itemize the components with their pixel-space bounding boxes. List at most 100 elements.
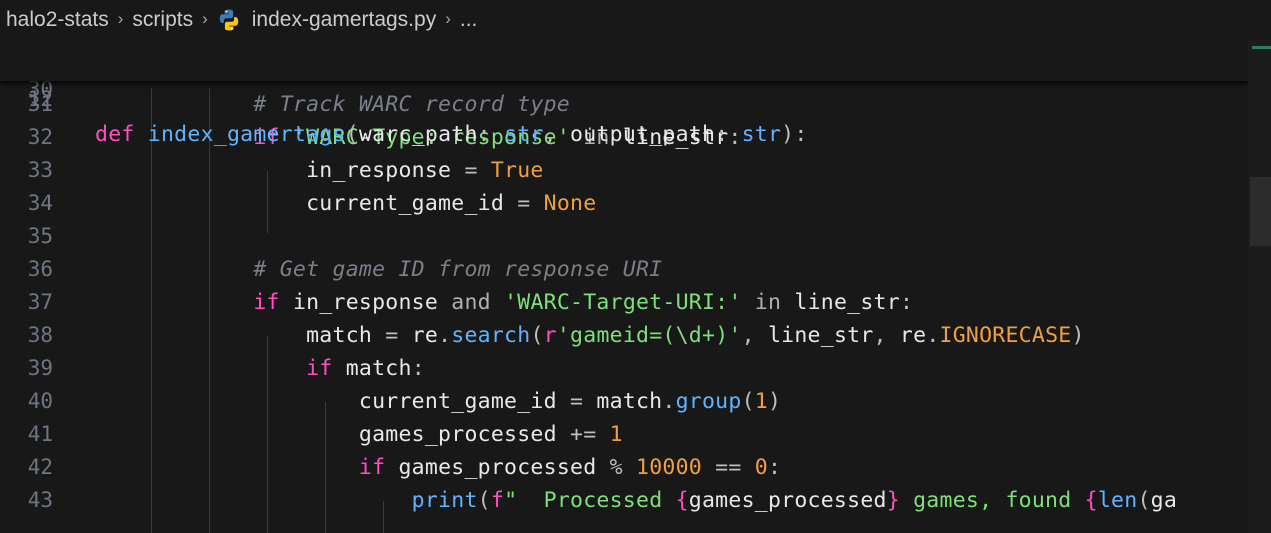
code-token: print bbox=[411, 488, 478, 513]
code-token: : bbox=[715, 122, 742, 147]
line-number: 35 bbox=[27, 224, 53, 248]
code-line-row[interactable]: 42 if games_processed % 10000 == 0: bbox=[0, 451, 1248, 484]
code-token: re bbox=[899, 323, 927, 348]
code-token: len bbox=[1097, 488, 1138, 513]
code-line: def index_gamertags(warc_path: str, outp… bbox=[95, 117, 808, 153]
code-token: 0 bbox=[754, 455, 768, 480]
code-token: # Get game ID from response URI bbox=[253, 257, 663, 282]
code-token: output_path bbox=[570, 122, 716, 147]
line-number: 12 bbox=[27, 87, 53, 111]
code-token: , bbox=[543, 122, 571, 147]
code-line-row[interactable]: 41 games_processed += 1 bbox=[0, 418, 1248, 451]
code-line: if games_processed % 10000 == 0: bbox=[95, 451, 781, 484]
code-token: } bbox=[886, 488, 900, 513]
code-token: ) bbox=[767, 389, 782, 414]
code-token: if bbox=[306, 356, 333, 381]
code-token: ( bbox=[345, 122, 359, 147]
line-number: 41 bbox=[27, 422, 53, 446]
code-token: 'gameid=(\d+)' bbox=[556, 323, 742, 348]
line-number: 42 bbox=[27, 455, 53, 479]
code-line-row[interactable]: 33 in_response = True bbox=[0, 154, 1248, 187]
code-token: IGNORECASE bbox=[939, 323, 1072, 348]
line-number: 39 bbox=[27, 356, 53, 380]
code-token: None bbox=[543, 191, 597, 216]
code-line-row[interactable]: 40 current_game_id = match.group(1) bbox=[0, 385, 1248, 418]
code-line-row[interactable]: 34 current_game_id = None bbox=[0, 187, 1248, 220]
breadcrumb-separator-icon: › bbox=[445, 9, 451, 28]
code-line: if in_response and 'WARC-Target-URI:' in… bbox=[95, 286, 913, 319]
code-token: . bbox=[662, 389, 676, 414]
code-token: { bbox=[1084, 488, 1098, 513]
code-token: index_gamertags bbox=[147, 122, 346, 147]
code-line: games_processed += 1 bbox=[95, 418, 623, 451]
code-token: group bbox=[675, 389, 742, 414]
python-file-icon bbox=[217, 8, 241, 32]
sticky-scroll-header[interactable]: 12 def index_gamertags(warc_path: str, o… bbox=[0, 45, 1248, 147]
code-line-row[interactable]: 39 if match: bbox=[0, 352, 1248, 385]
code-token: ( bbox=[741, 389, 755, 414]
scrollbar-thumb[interactable] bbox=[1250, 177, 1271, 246]
code-token: : bbox=[477, 122, 505, 147]
code-token: = bbox=[504, 191, 544, 216]
code-line: print(f" Processed {games_processed} gam… bbox=[95, 484, 1177, 517]
code-token: games, found bbox=[899, 488, 1085, 513]
breadcrumb-separator-icon: › bbox=[202, 9, 208, 28]
breadcrumb-item-file[interactable]: index-gamertags.py bbox=[252, 8, 436, 32]
line-number: 37 bbox=[27, 290, 53, 314]
code-token: if bbox=[358, 455, 386, 480]
code-line-row[interactable]: 38 match = re.search(r'gameid=(\d+)', li… bbox=[0, 319, 1248, 352]
code-token: ( bbox=[1137, 488, 1151, 513]
code-token: line_str bbox=[794, 290, 900, 315]
vertical-scrollbar[interactable] bbox=[1248, 40, 1271, 533]
code-line-row[interactable]: 43 print(f" Processed {games_processed} … bbox=[0, 484, 1248, 517]
code-token: { bbox=[675, 488, 689, 513]
code-line: match = re.search(r'gameid=(\d+)', line_… bbox=[95, 319, 1085, 352]
code-token: : bbox=[411, 356, 425, 381]
code-line: if match: bbox=[95, 352, 425, 385]
code-token: f bbox=[490, 488, 505, 513]
code-line-row[interactable]: 37 if in_response and 'WARC-Target-URI:'… bbox=[0, 286, 1248, 319]
scrollbar-position-marker bbox=[1252, 46, 1271, 49]
line-number: 36 bbox=[27, 257, 53, 281]
code-line-row[interactable]: 35 bbox=[0, 220, 1248, 253]
breadcrumb-item-subfolder[interactable]: scripts bbox=[132, 8, 193, 32]
code-token: match bbox=[306, 323, 373, 348]
code-token: games_processed bbox=[398, 455, 597, 480]
code-token: match bbox=[345, 356, 412, 381]
breadcrumb-item-folder[interactable]: halo2-stats bbox=[6, 8, 109, 32]
code-line: in_response = True bbox=[95, 154, 544, 187]
code-token: ( bbox=[530, 323, 544, 348]
breadcrumb: halo2-stats › scripts › index-gamertags.… bbox=[0, 0, 1271, 40]
line-number: 34 bbox=[27, 191, 53, 215]
code-token: re bbox=[411, 323, 439, 348]
code-token: match bbox=[596, 389, 663, 414]
code-token: == bbox=[701, 455, 755, 480]
code-token: ) bbox=[1071, 323, 1085, 348]
line-number: 43 bbox=[27, 488, 53, 512]
code-line: # Get game ID from response URI bbox=[95, 253, 662, 286]
code-token: # Track WARC record type bbox=[253, 92, 571, 117]
breadcrumb-item-symbols[interactable]: ... bbox=[460, 8, 478, 32]
code-token: : bbox=[767, 455, 782, 480]
code-token: , bbox=[741, 323, 768, 348]
code-token: : bbox=[899, 290, 914, 315]
code-line-row[interactable]: 36 # Get game ID from response URI bbox=[0, 253, 1248, 286]
code-token: warc_path bbox=[358, 122, 478, 147]
code-token: str bbox=[741, 122, 782, 147]
code-token: = bbox=[372, 323, 412, 348]
code-token: . bbox=[438, 323, 452, 348]
code-line: current_game_id = match.group(1) bbox=[95, 385, 781, 418]
code-token: if bbox=[253, 290, 280, 315]
